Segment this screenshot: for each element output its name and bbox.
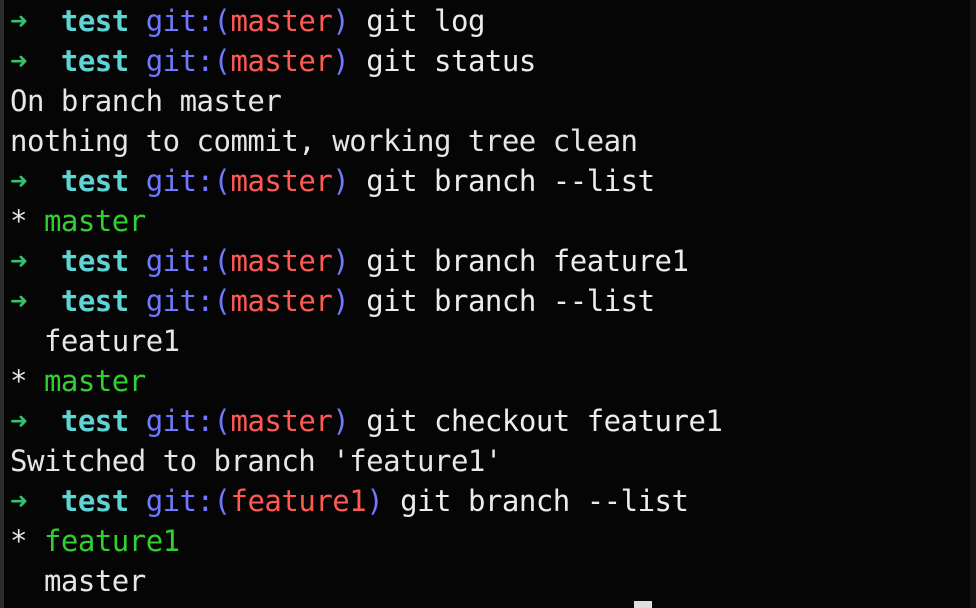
branch-name: feature1 xyxy=(43,324,180,358)
directory-name: test xyxy=(60,44,129,78)
current-branch-marker: * xyxy=(10,524,27,558)
current-branch-marker: * xyxy=(10,364,27,398)
git-prefix: git:( xyxy=(145,244,231,278)
directory-name: test xyxy=(60,284,129,318)
git-branch-name: master xyxy=(230,44,333,78)
git-suffix: ) xyxy=(332,44,350,78)
prompt-line-7: ➜ test git:(master) git branch feature1 xyxy=(10,241,966,281)
prompt-line-1: ➜ test git:(master) git log xyxy=(10,1,966,41)
output-line: On branch master xyxy=(10,84,282,118)
prompt-arrow-icon: ➜ xyxy=(10,244,27,278)
git-prefix: git:( xyxy=(145,284,231,318)
prompt-arrow-icon: ➜ xyxy=(10,484,27,518)
branch-list-item: feature1 xyxy=(10,321,966,361)
prompt-arrow-icon: ➜ xyxy=(10,44,27,78)
directory-name: test xyxy=(60,484,129,518)
git-suffix: ) xyxy=(332,4,350,38)
git-suffix: ) xyxy=(366,484,384,518)
git-suffix: ) xyxy=(332,284,350,318)
command-text: git checkout feature1 xyxy=(366,404,723,438)
branch-list-item: * master xyxy=(10,201,966,241)
current-branch-name: master xyxy=(43,204,146,238)
prompt-line-2: ➜ test git:(master) git status xyxy=(10,41,966,81)
terminal-scrollback: ➜ test git:(master) git log ➜ test git:(… xyxy=(10,1,966,601)
prompt-line-11: ➜ test git:(master) git checkout feature… xyxy=(10,401,966,441)
prompt-arrow-icon: ➜ xyxy=(10,284,27,318)
prompt-line-13: ➜ test git:(feature1) git branch --list xyxy=(10,481,966,521)
directory-name: test xyxy=(60,404,129,438)
git-prefix: git:( xyxy=(145,484,231,518)
branch-name: master xyxy=(43,564,146,598)
git-suffix: ) xyxy=(332,404,350,438)
terminal-cursor xyxy=(634,601,652,608)
git-prefix: git:( xyxy=(145,44,231,78)
prompt-arrow-icon: ➜ xyxy=(10,4,27,38)
command-text: git branch --list xyxy=(400,484,689,518)
git-branch-name: master xyxy=(230,4,333,38)
git-suffix: ) xyxy=(332,244,350,278)
git-prefix: git:( xyxy=(145,164,231,198)
prompt-line-8: ➜ test git:(master) git branch --list xyxy=(10,281,966,321)
git-branch-name: master xyxy=(230,404,333,438)
command-text: git branch feature1 xyxy=(366,244,689,278)
git-branch-name: master xyxy=(230,244,333,278)
branch-marker xyxy=(10,564,27,598)
git-prefix: git:( xyxy=(145,4,231,38)
prompt-arrow-icon: ➜ xyxy=(10,164,27,198)
command-text: git status xyxy=(366,44,536,78)
prompt-arrow-icon: ➜ xyxy=(10,404,27,438)
git-suffix: ) xyxy=(332,164,350,198)
directory-name: test xyxy=(60,164,129,198)
branch-list-item: * master xyxy=(10,361,966,401)
left-window-edge xyxy=(0,0,4,608)
current-branch-name: feature1 xyxy=(43,524,180,558)
right-window-edge xyxy=(970,0,976,608)
git-branch-name: master xyxy=(230,164,333,198)
branch-list-item: master xyxy=(10,561,966,601)
prompt-line-5: ➜ test git:(master) git branch --list xyxy=(10,161,966,201)
command-text: git log xyxy=(366,4,485,38)
git-prefix: git:( xyxy=(145,404,231,438)
output-line: nothing to commit, working tree clean xyxy=(10,124,638,158)
terminal-window[interactable]: ➜ test git:(master) git log ➜ test git:(… xyxy=(0,0,976,608)
directory-name: test xyxy=(60,4,129,38)
current-branch-marker: * xyxy=(10,204,27,238)
git-branch-name: master xyxy=(230,284,333,318)
branch-marker xyxy=(10,324,27,358)
command-text: git branch --list xyxy=(366,284,655,318)
command-text: git branch --list xyxy=(366,164,655,198)
git-branch-name: feature1 xyxy=(230,484,367,518)
branch-list-item: * feature1 xyxy=(10,521,966,561)
output-line: Switched to branch 'feature1' xyxy=(10,444,502,478)
current-branch-name: master xyxy=(43,364,146,398)
directory-name: test xyxy=(60,244,129,278)
